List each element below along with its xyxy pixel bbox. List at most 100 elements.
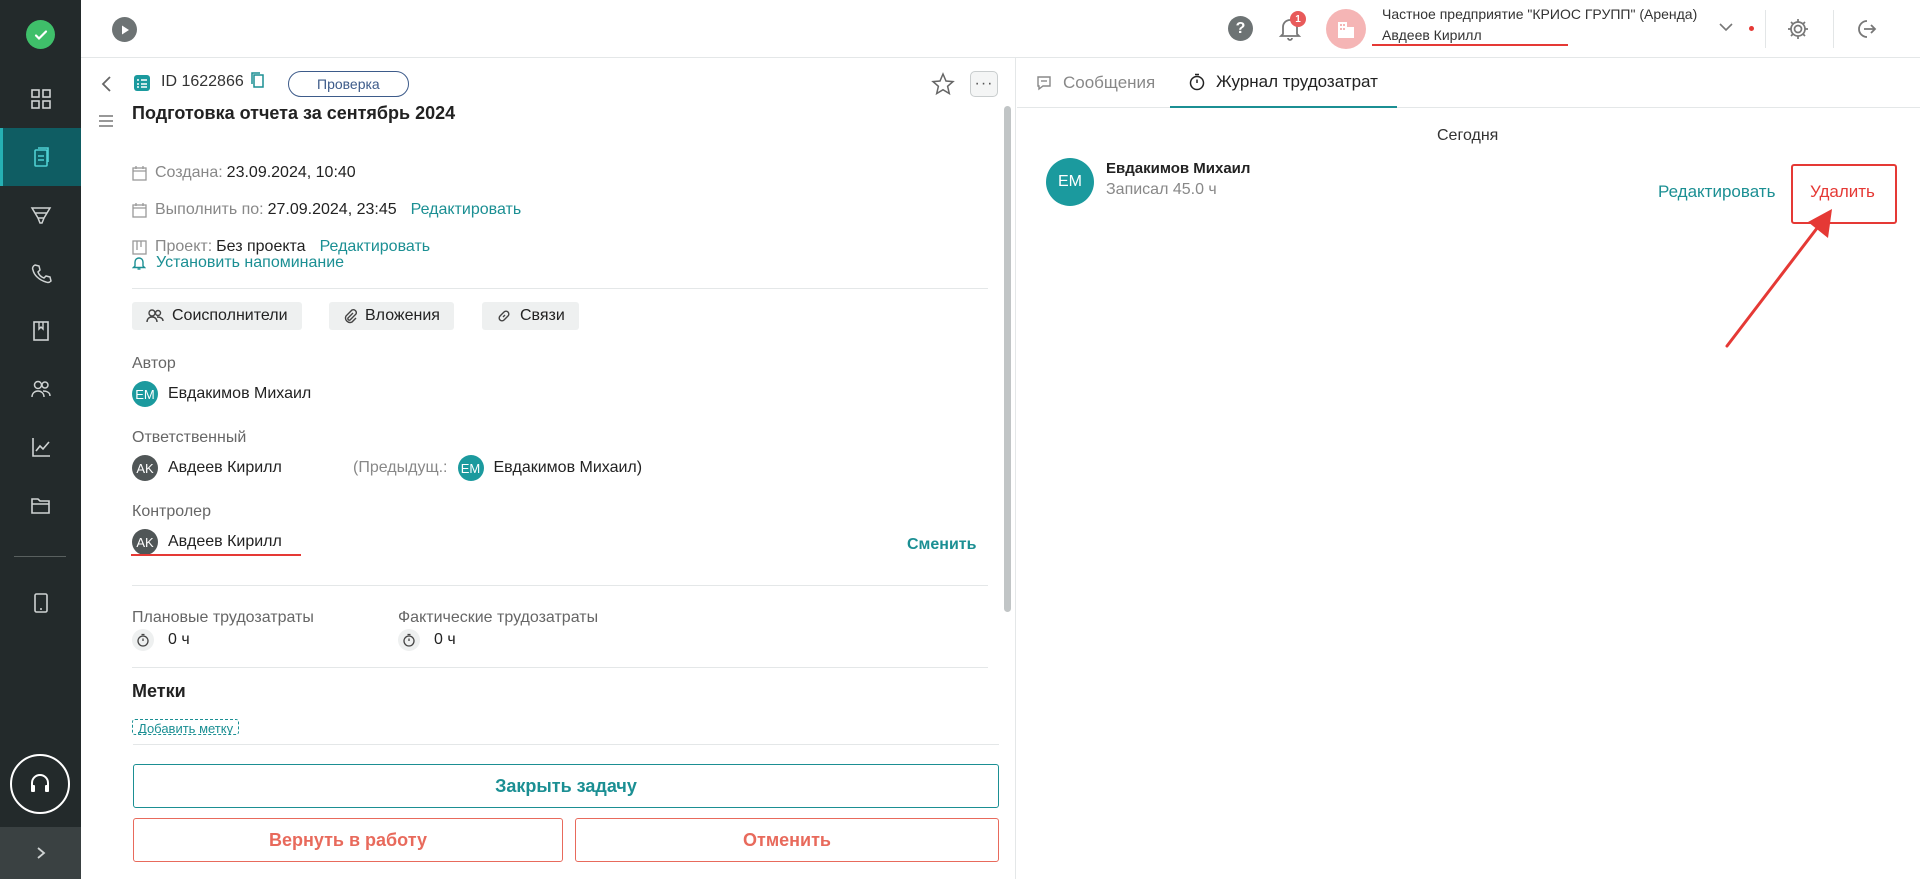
links-label: Связи: [520, 307, 565, 324]
divider: [133, 744, 999, 745]
day-label: Сегодня: [1437, 127, 1499, 144]
attachments-chip[interactable]: Вложения: [329, 302, 454, 330]
support-button[interactable]: [10, 754, 70, 814]
dashboard-icon: [30, 89, 51, 109]
created-row: Создана: 23.09.2024, 10:40: [132, 164, 356, 182]
stopwatch-icon: [398, 629, 420, 651]
headset-icon: [31, 774, 49, 792]
help-icon[interactable]: ?: [1228, 16, 1253, 41]
sidebar-item-tasks[interactable]: [0, 128, 81, 186]
responsible-person[interactable]: AK Авдеев Кирилл: [132, 455, 282, 481]
phone-icon: [31, 264, 52, 284]
building-icon: [1338, 22, 1354, 38]
controller-underline-annotation: [131, 554, 301, 556]
org-avatar[interactable]: [1326, 9, 1366, 49]
reminder-label: Установить напоминание: [156, 254, 345, 271]
people-icon: [30, 380, 51, 398]
sidebar-divider: [14, 556, 66, 557]
org-name[interactable]: Частное предприятие "КРИОС ГРУПП" (Аренд…: [1382, 6, 1697, 22]
cancel-task-button[interactable]: Отменить: [575, 818, 999, 862]
created-value: 23.09.2024, 10:40: [226, 164, 356, 181]
coexecutors-chip[interactable]: Соисполнители: [132, 302, 302, 330]
copy-icon[interactable]: [251, 72, 265, 88]
sidebar-item-mobile[interactable]: [0, 574, 81, 632]
task-type-icon: [132, 73, 152, 98]
divider: [132, 585, 988, 586]
paperclip-icon: [344, 309, 357, 324]
logout-icon[interactable]: [1852, 16, 1878, 42]
planned-label: Плановые трудозатраты: [132, 609, 314, 626]
links-chip[interactable]: Связи: [482, 302, 579, 330]
book-icon: [32, 321, 49, 341]
planned-hours: 0 ч: [132, 629, 190, 651]
avatar: EM: [457, 455, 484, 481]
avatar: AK: [132, 455, 158, 481]
tab-timelog[interactable]: Журнал трудозатрат: [1170, 58, 1397, 108]
top-bar: ? 1 Частное предприятие "КРИОС ГРУПП" (А…: [81, 0, 1920, 58]
stopwatch-icon: [132, 629, 154, 651]
actual-hours: 0 ч: [398, 629, 456, 651]
set-reminder-link[interactable]: Установить напоминание: [132, 254, 344, 272]
change-controller-link[interactable]: Сменить: [907, 536, 976, 554]
sidebar-item-funnel[interactable]: [0, 186, 81, 244]
chevron-right-icon: [36, 847, 45, 859]
play-icon[interactable]: [112, 17, 137, 42]
funnel-icon: [30, 207, 51, 224]
task-id-text: ID 1622866: [161, 73, 244, 90]
bell-icon: [132, 257, 146, 270]
scrollbar-thumb[interactable]: [1004, 106, 1011, 612]
close-task-button[interactable]: Закрыть задачу: [133, 764, 999, 808]
entry-author-name: Евдакимов Михаил: [1106, 160, 1251, 177]
entry-edit-link[interactable]: Редактировать: [1658, 182, 1775, 202]
due-edit-link[interactable]: Редактировать: [411, 201, 522, 219]
attachments-label: Вложения: [365, 307, 440, 324]
sidebar-item-dashboard[interactable]: [0, 70, 81, 128]
add-tag-button[interactable]: Добавить метку: [132, 719, 240, 735]
entry-delete-link[interactable]: Удалить: [1810, 182, 1875, 202]
tab-messages[interactable]: Сообщения: [1035, 58, 1155, 108]
sidebar-item-knowledge[interactable]: [0, 302, 81, 360]
notification-badge: 1: [1290, 11, 1306, 27]
previous-responsible[interactable]: (Предыдущ.: EM Евдакимов Михаил): [353, 455, 642, 481]
divider: [132, 288, 988, 289]
coexecutors-label: Соисполнители: [172, 307, 288, 324]
sidebar-item-files[interactable]: [0, 476, 81, 534]
previous-label: (Предыдущ.:: [353, 459, 448, 476]
divider: [132, 667, 988, 668]
chart-icon: [31, 438, 50, 457]
avatar: EM: [1046, 158, 1094, 206]
chat-icon: [1037, 76, 1051, 91]
due-value: 27.09.2024, 23:45: [267, 201, 397, 218]
previous-name: Евдакимов Михаил): [493, 459, 643, 476]
actual-label: Фактические трудозатраты: [398, 609, 599, 626]
sidebar-item-contacts[interactable]: [0, 360, 81, 418]
controller-person[interactable]: AK Авдеев Кирилл: [132, 529, 282, 555]
current-user-name[interactable]: Авдеев Кирилл: [1382, 27, 1482, 43]
board-icon: [132, 239, 147, 255]
return-to-work-button[interactable]: Вернуть в работу: [133, 818, 563, 862]
app-logo-check-icon[interactable]: [26, 20, 55, 49]
sidebar-item-reports[interactable]: [0, 418, 81, 476]
chevron-down-icon[interactable]: [1717, 20, 1735, 34]
menu-lines-icon[interactable]: [97, 112, 115, 130]
author-name: Евдакимов Михаил: [168, 385, 312, 402]
gear-icon[interactable]: [1785, 16, 1811, 42]
sidebar-expand-button[interactable]: [0, 827, 81, 879]
controller-name: Авдеев Кирилл: [168, 533, 282, 550]
entry-description: Записал 45.0 ч: [1106, 181, 1217, 198]
controller-label: Контролер: [132, 503, 211, 520]
due-label: Выполнить по:: [155, 201, 264, 218]
topbar-divider: [1833, 10, 1834, 48]
sidebar-item-calls[interactable]: [0, 244, 81, 302]
status-badge[interactable]: Проверка: [288, 71, 409, 97]
responsible-name: Авдеев Кирилл: [168, 459, 282, 476]
task-id: ID 1622866: [161, 72, 265, 91]
author-person[interactable]: EM Евдакимов Михаил: [132, 381, 311, 407]
tab-bar: Сообщения Журнал трудозатрат: [1017, 58, 1920, 108]
activity-panel: Сообщения Журнал трудозатрат Сегодня EM …: [1017, 58, 1920, 879]
back-arrow-icon[interactable]: [97, 74, 117, 94]
tab-timelog-label: Журнал трудозатрат: [1216, 72, 1378, 91]
task-detail-panel: ID 1622866 Проверка ··· Подготовка отчет…: [81, 58, 1016, 879]
star-icon[interactable]: [930, 71, 956, 97]
more-options-button[interactable]: ···: [970, 71, 998, 97]
